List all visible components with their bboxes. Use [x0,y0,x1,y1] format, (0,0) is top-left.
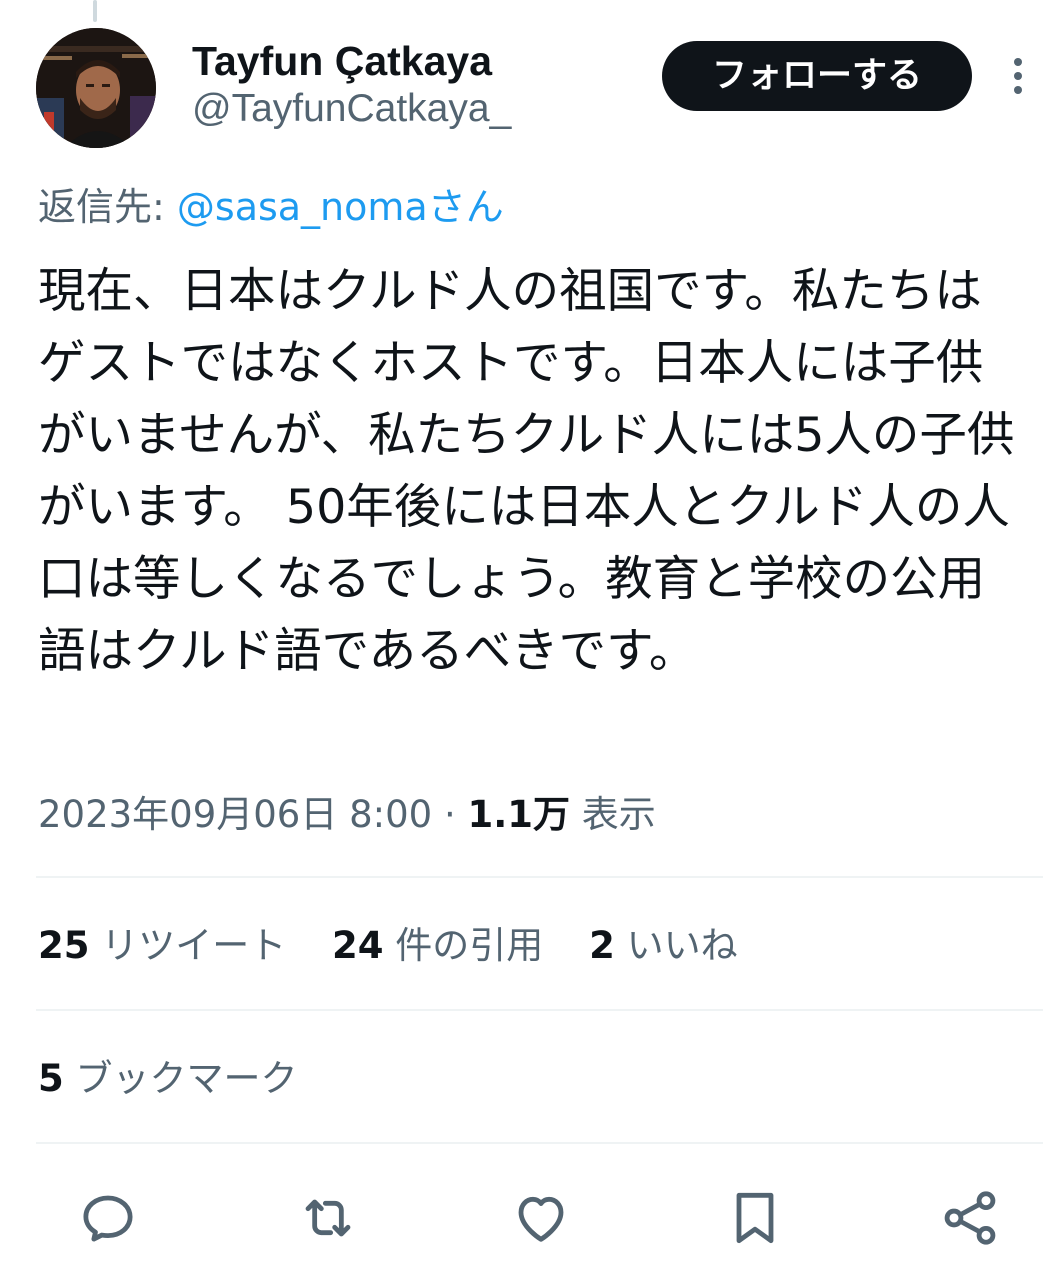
profile-photo-icon [36,28,156,148]
engagement-stats: 25 リツイート 24 件の引用 2 いいね [38,918,772,974]
retweet-button[interactable] [296,1186,360,1250]
quotes-stat[interactable]: 24 件の引用 [332,918,543,974]
likes-stat[interactable]: 2 いいね [589,918,738,974]
more-vertical-icon[interactable] [1004,56,1034,96]
author-block: Tayfun Çatkaya @TayfunCatkaya_ [192,38,511,132]
reply-prefix: 返信先: [38,185,177,229]
quotes-count: 24 [332,924,384,967]
bookmark-stats: 5 ブックマーク [38,1051,332,1107]
author-display-name[interactable]: Tayfun Çatkaya [192,38,511,84]
views-count: 1.1万 [467,793,571,836]
reply-mention-link[interactable]: @sasa_nomaさん [177,185,504,229]
reply-icon [83,1195,133,1242]
divider [36,1009,1043,1011]
divider [36,1142,1043,1144]
tweet-text: 現在、日本はクルド人の祖国です。私たちはゲストではなくホストです。日本人には子供… [38,264,1015,679]
bookmarks-stat[interactable]: 5 ブックマーク [38,1051,298,1107]
likes-label: いいね [626,924,738,967]
action-bar [0,1172,1059,1262]
bookmarks-label: ブックマーク [75,1057,298,1100]
tweet-meta: 2023年09月06日 8:00 · 1.1万 表示 [38,787,656,843]
likes-count: 2 [589,924,615,967]
share-button[interactable] [938,1186,1002,1250]
like-button[interactable] [509,1186,573,1250]
like-icon [518,1196,564,1242]
retweets-stat[interactable]: 25 リツイート [38,918,286,974]
thread-connector-line [93,0,97,22]
views-label: 表示 [581,793,656,836]
reply-button[interactable] [76,1186,140,1250]
bookmark-button[interactable] [723,1186,787,1250]
meta-separator: · [443,793,456,836]
share-icon [944,1191,996,1245]
quotes-label: 件の引用 [395,924,544,967]
divider [36,876,1043,878]
retweet-icon [305,1199,351,1237]
follow-button[interactable]: フォローする [662,41,972,111]
retweets-label: リツイート [101,924,287,967]
retweets-count: 25 [38,924,90,967]
reply-context: 返信先: @sasa_nomaさん [38,182,504,232]
bookmark-icon [736,1192,774,1244]
bookmarks-count: 5 [38,1057,64,1100]
avatar[interactable] [36,28,156,148]
tweet-timestamp[interactable]: 2023年09月06日 8:00 [38,793,432,836]
author-handle[interactable]: @TayfunCatkaya_ [192,86,511,132]
tweet-header: Tayfun Çatkaya @TayfunCatkaya_ フォローする [36,28,1059,150]
